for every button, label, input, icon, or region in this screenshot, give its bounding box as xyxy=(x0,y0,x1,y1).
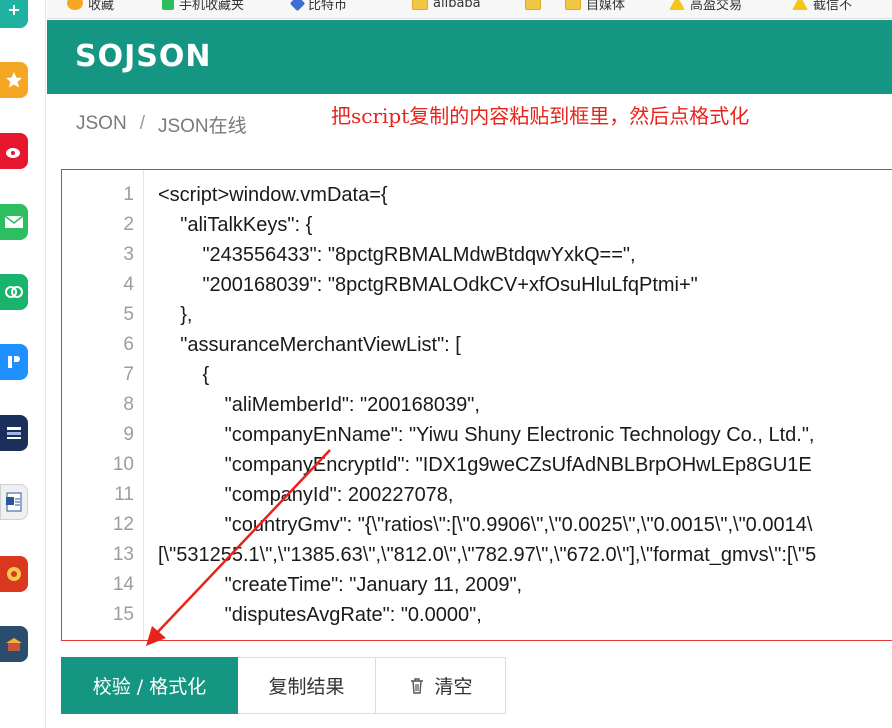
line-number: 15 xyxy=(112,604,134,625)
code-line: "243556433": "8pctgRBMALMdwBtdqwYxkQ==", xyxy=(158,244,636,266)
gutter-divider xyxy=(143,170,144,640)
breadcrumb: JSON / JSON在线 xyxy=(76,110,247,138)
clear-button-label: 清空 xyxy=(434,676,473,698)
json-editor[interactable]: 1 2 3 4 5 6 7 8 9 10 11 12 13 14 15 <scr… xyxy=(61,169,892,641)
mail-icon[interactable] xyxy=(0,204,28,240)
code-line: "aliTalkKeys": { xyxy=(158,214,313,236)
bookmark-item[interactable]: 手机收藏夹 xyxy=(162,0,244,13)
bookmarks-bar: 收藏 手机收藏夹 比特币 alibaba 自媒体 高盈交易 截信不 xyxy=(47,0,892,19)
bookmark-item[interactable]: 比特币 xyxy=(289,0,347,13)
bookmark-item[interactable]: 收藏 xyxy=(67,0,114,13)
code-line: "createTime": "January 11, 2009", xyxy=(158,574,523,596)
cloud-link-icon[interactable] xyxy=(0,274,28,310)
code-line: "companyEncryptId": "IDX1g9weCZsUfAdNBLB… xyxy=(158,454,812,476)
line-number: 11 xyxy=(114,484,134,505)
phone-icon xyxy=(162,0,174,10)
temple-app-icon[interactable] xyxy=(0,626,28,662)
star-icon[interactable] xyxy=(0,62,28,98)
breadcrumb-item-json-online[interactable]: JSON在线 xyxy=(158,111,247,138)
code-line: }, xyxy=(158,304,193,326)
line-number: 3 xyxy=(123,244,134,265)
app-sidebar xyxy=(0,0,46,728)
weibo-icon[interactable] xyxy=(0,133,28,169)
bookmark-folder[interactable] xyxy=(525,0,546,13)
app-icon-teal[interactable] xyxy=(0,0,28,28)
code-line: { xyxy=(158,364,210,386)
edu-app-icon[interactable] xyxy=(0,415,28,451)
line-number-gutter: 1 2 3 4 5 6 7 8 9 10 11 12 13 14 15 xyxy=(62,170,144,640)
game-app-icon[interactable] xyxy=(0,556,28,592)
code-line: [\"531255.1\",\"1385.63\",\"812.0\",\"78… xyxy=(158,544,817,566)
line-number: 12 xyxy=(112,514,134,535)
warning-icon xyxy=(792,0,808,10)
line-number: 14 xyxy=(112,574,134,595)
copy-result-button[interactable]: 复制结果 xyxy=(238,657,376,714)
bookmark-folder[interactable]: 自媒体 xyxy=(565,0,625,13)
line-number: 6 xyxy=(123,334,134,355)
star-icon xyxy=(67,0,83,10)
bookmark-item[interactable]: 截信不 xyxy=(792,0,852,13)
line-number: 4 xyxy=(123,274,134,295)
line-number: 13 xyxy=(112,544,134,565)
code-line: "disputesAvgRate": "0.0000", xyxy=(158,604,482,626)
line-number: 10 xyxy=(112,454,134,475)
line-number: 8 xyxy=(123,394,134,415)
app-icon-blue[interactable] xyxy=(0,344,28,380)
line-number: 7 xyxy=(123,364,134,385)
trash-icon xyxy=(411,677,424,694)
site-header: SOJSON xyxy=(47,20,892,94)
line-number: 9 xyxy=(123,424,134,445)
code-line: <script>window.vmData={ xyxy=(158,184,388,206)
validate-format-button[interactable]: 校验 / 格式化 xyxy=(61,657,238,714)
code-line: "assuranceMerchantViewList": [ xyxy=(158,334,461,356)
code-line: "companyId": 200227078, xyxy=(158,484,454,506)
site-logo[interactable]: SOJSON xyxy=(75,39,212,74)
line-number: 5 xyxy=(123,304,134,325)
action-button-group: 校验 / 格式化 复制结果 清空 xyxy=(61,657,506,714)
word-document-icon[interactable] xyxy=(0,484,28,520)
line-number: 2 xyxy=(123,214,134,235)
code-line: "companyEnName": "Yiwu Shuny Electronic … xyxy=(158,424,815,446)
folder-icon xyxy=(565,0,581,10)
clear-button[interactable]: 清空 xyxy=(376,657,506,714)
bookmark-item[interactable]: 高盈交易 xyxy=(669,0,742,13)
line-number: 1 xyxy=(123,184,134,205)
folder-icon xyxy=(412,0,428,10)
warning-icon xyxy=(669,0,685,10)
instruction-annotation: 把script复制的内容粘贴到框里，然后点格式化 xyxy=(331,104,750,128)
code-line: "200168039": "8pctgRBMALOdkCV+xfOsuHluLf… xyxy=(158,274,698,296)
code-line: "countryGmv": "{\"ratios\":[\"0.9906\",\… xyxy=(158,514,813,536)
diamond-icon xyxy=(289,0,306,11)
code-line: "aliMemberId": "200168039", xyxy=(158,394,480,416)
breadcrumb-separator: / xyxy=(139,113,145,134)
folder-icon xyxy=(525,0,541,10)
bookmark-folder[interactable]: alibaba xyxy=(412,0,481,13)
breadcrumb-item-json[interactable]: JSON xyxy=(76,113,127,135)
